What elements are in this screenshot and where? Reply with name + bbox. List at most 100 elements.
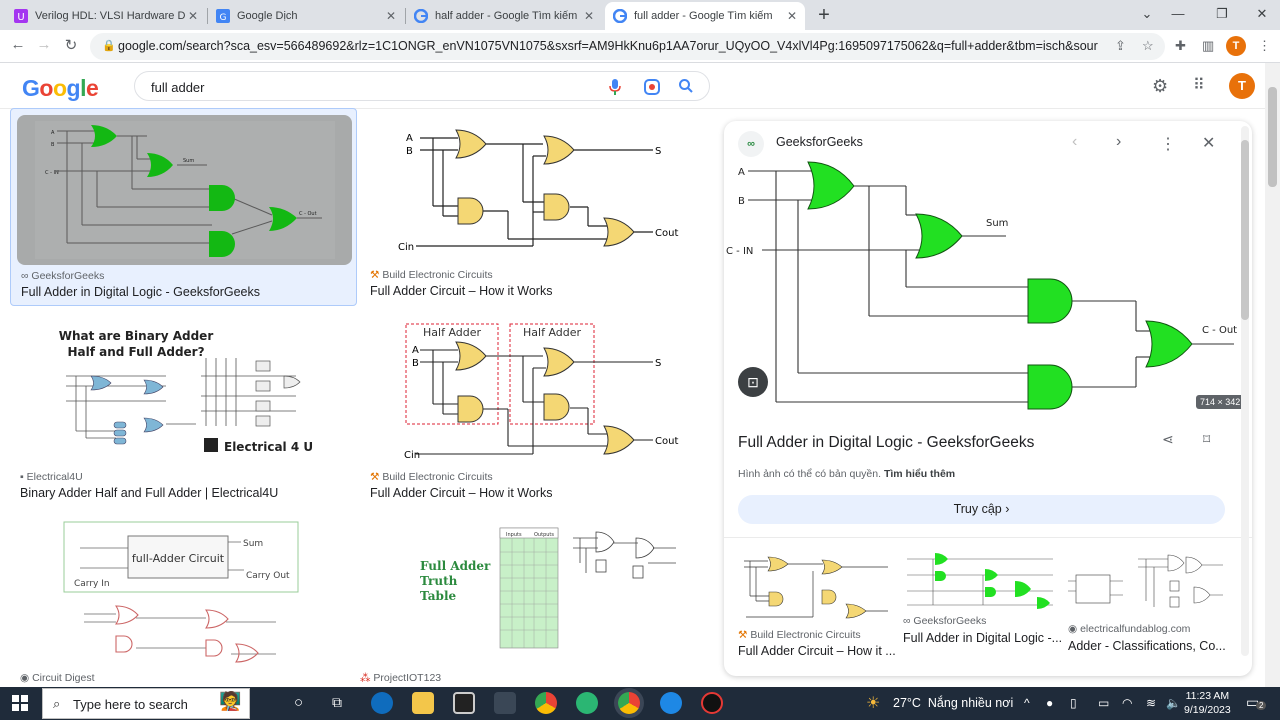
volume-icon[interactable]: 🔈 bbox=[1166, 696, 1181, 710]
mail-icon[interactable] bbox=[494, 692, 516, 714]
taskbar-search-box[interactable]: ⌕ Type here to search 🧑‍🏫 bbox=[42, 688, 250, 719]
task-view-icon[interactable]: ⧉ bbox=[332, 694, 342, 711]
previous-arrow-icon[interactable]: ‹ bbox=[1072, 133, 1077, 151]
search-box[interactable]: full adder bbox=[134, 71, 710, 101]
app-icon[interactable] bbox=[576, 692, 598, 714]
result-thumbnail[interactable]: A B C - IN Sum C - Out bbox=[17, 115, 352, 265]
tab-google-translate[interactable]: G Google Dịch ✕ bbox=[208, 2, 404, 30]
result-title[interactable]: Full Adder in Digital Logic - GeeksforGe… bbox=[21, 285, 260, 299]
menu-icon[interactable]: ⋮ bbox=[1258, 38, 1271, 54]
app-tray-icon[interactable]: ● bbox=[1046, 696, 1053, 710]
diagram-title-line-1: What are Binary Adder bbox=[59, 329, 214, 343]
visit-button[interactable]: Truy cập › bbox=[738, 495, 1225, 524]
chrome-icon[interactable] bbox=[535, 692, 557, 714]
extensions-icon[interactable]: ✚ bbox=[1175, 38, 1186, 54]
related-image-card[interactable]: ∞ GeeksforGeeks Full Adder in Digital Lo… bbox=[903, 551, 1063, 661]
result-card[interactable]: full-Adder Circuit Sum Carry Out Carry I… bbox=[10, 512, 350, 687]
search-inside-image-icon[interactable]: ⊡ bbox=[738, 367, 768, 397]
bookmark-star-icon[interactable]: ☆ bbox=[1142, 38, 1154, 54]
windows-start-icon[interactable] bbox=[12, 695, 28, 711]
truth-table-title-1: Full Adder bbox=[420, 559, 491, 573]
result-title[interactable]: Binary Adder Half and Full Adder | Elect… bbox=[20, 486, 278, 500]
usb-icon[interactable]: ▯ bbox=[1070, 696, 1077, 710]
sidebar-icon[interactable]: ▥ bbox=[1202, 38, 1214, 54]
carry-out-label: Carry Out bbox=[246, 571, 290, 581]
save-bookmark-icon[interactable]: ⌑ bbox=[1203, 431, 1210, 448]
file-explorer-icon[interactable] bbox=[412, 692, 434, 714]
related-title[interactable]: Adder - Classifications, Co... bbox=[1068, 639, 1228, 653]
share-icon[interactable]: ⇪ bbox=[1115, 38, 1126, 54]
input-b-label: B bbox=[51, 142, 55, 148]
result-card[interactable]: Full Adder Truth Table Inputs Outputs ⁂ … bbox=[352, 512, 712, 687]
preview-site-name[interactable]: GeeksforGeeks bbox=[776, 135, 863, 149]
preview-title[interactable]: Full Adder in Digital Logic - GeeksforGe… bbox=[738, 434, 1034, 452]
page-scrollbar[interactable] bbox=[1265, 63, 1280, 687]
share-icon[interactable]: ⋖ bbox=[1162, 431, 1174, 448]
result-thumbnail[interactable]: What are Binary Adder Half and Full Adde… bbox=[16, 316, 351, 466]
close-tab-icon[interactable]: ✕ bbox=[787, 9, 797, 23]
weather-text: Nắng nhiều nơi bbox=[927, 696, 1014, 710]
tab-full-adder[interactable]: full adder - Google Tìm kiếm ✕ bbox=[605, 2, 805, 30]
google-icon bbox=[613, 9, 627, 23]
google-lens-icon[interactable] bbox=[644, 79, 660, 95]
related-image-card[interactable]: ◉ electricalfundablog.com Adder - Classi… bbox=[1068, 551, 1228, 661]
settings-gear-icon[interactable]: ⚙ bbox=[1152, 76, 1168, 97]
profile-avatar[interactable]: T bbox=[1226, 36, 1246, 56]
network-icon[interactable]: ◠ bbox=[1122, 696, 1132, 710]
result-thumbnail[interactable]: A B Cin S Cout bbox=[368, 114, 708, 264]
next-arrow-icon[interactable]: › bbox=[1116, 133, 1121, 151]
new-tab-button[interactable]: + bbox=[814, 4, 834, 27]
tab-verilog[interactable]: U Verilog HDL: VLSI Hardware Des ✕ bbox=[6, 2, 206, 30]
result-thumbnail[interactable]: Full Adder Truth Table Inputs Outputs bbox=[358, 518, 708, 668]
close-window-button[interactable]: ✕ bbox=[1252, 6, 1272, 22]
result-card[interactable]: What are Binary Adder Half and Full Adde… bbox=[10, 310, 357, 506]
edge-icon[interactable] bbox=[371, 692, 393, 714]
related-title[interactable]: Full Adder in Digital Logic -... bbox=[903, 631, 1063, 645]
preview-image[interactable]: A B C - IN Sum C - Out bbox=[724, 157, 1252, 417]
address-bar[interactable]: 🔒 google.com/search?sca_esv=566489692&rl… bbox=[90, 33, 1165, 60]
result-card[interactable]: A B C - IN Sum C - Out ∞ GeeksforGeeks F… bbox=[10, 108, 357, 306]
result-title[interactable]: Full Adder Circuit – How it Works bbox=[370, 284, 552, 298]
result-thumbnail[interactable]: full-Adder Circuit Sum Carry Out Carry I… bbox=[16, 518, 346, 668]
close-preview-icon[interactable]: ✕ bbox=[1202, 133, 1215, 153]
battery-icon[interactable]: ▭ bbox=[1098, 696, 1109, 710]
panel-scrollbar[interactable] bbox=[1241, 126, 1249, 656]
apps-grid-icon[interactable]: ⠿ bbox=[1193, 75, 1205, 95]
url-text[interactable]: google.com/search?sca_esv=566489692&rlz=… bbox=[118, 39, 1098, 53]
account-avatar[interactable]: T bbox=[1229, 73, 1255, 99]
close-tab-icon[interactable]: ✕ bbox=[386, 9, 396, 23]
close-tab-icon[interactable]: ✕ bbox=[188, 9, 198, 23]
vscode-icon[interactable] bbox=[660, 692, 682, 714]
related-image-card[interactable]: ⚒ Build Electronic Circuits Full Adder C… bbox=[738, 551, 898, 661]
close-tab-icon[interactable]: ✕ bbox=[584, 9, 594, 23]
reload-icon[interactable]: ↻ bbox=[61, 36, 81, 54]
obs-icon[interactable] bbox=[701, 692, 723, 714]
forward-icon[interactable]: → bbox=[34, 36, 54, 53]
search-input[interactable]: full adder bbox=[151, 80, 204, 95]
related-title[interactable]: Full Adder Circuit – How it ... bbox=[738, 644, 898, 658]
microphone-icon[interactable] bbox=[609, 79, 621, 95]
cortana-icon[interactable]: ○ bbox=[294, 694, 303, 711]
learn-more-link[interactable]: Tìm hiểu thêm bbox=[884, 468, 955, 480]
weather-widget[interactable]: 27°C Nắng nhiều nơi bbox=[893, 696, 1013, 710]
carry-out-label: Cout bbox=[655, 436, 678, 447]
minimize-button[interactable]: — bbox=[1168, 6, 1188, 21]
result-thumbnail[interactable]: Half Adder Half Adder A B Cin S Cout bbox=[368, 316, 708, 466]
show-hidden-icons-icon[interactable]: ^ bbox=[1024, 696, 1030, 710]
result-card[interactable]: Half Adder Half Adder A B Cin S Cout ⚒ B… bbox=[362, 310, 712, 506]
tab-search-icon[interactable]: ⌄ bbox=[1137, 6, 1157, 22]
more-options-icon[interactable]: ⋮ bbox=[1160, 134, 1176, 154]
maximize-button[interactable]: ❐ bbox=[1212, 6, 1232, 22]
google-icon bbox=[414, 9, 428, 23]
search-icon[interactable] bbox=[679, 79, 693, 93]
result-title[interactable]: Full Adder Circuit – How it Works bbox=[370, 486, 552, 500]
wifi-icon[interactable]: ≋ bbox=[1146, 696, 1156, 710]
microsoft-store-icon[interactable] bbox=[453, 692, 475, 714]
back-icon[interactable]: ← bbox=[8, 36, 28, 53]
tab-half-adder[interactable]: half adder - Google Tìm kiếm ✕ bbox=[406, 2, 602, 30]
carry-in-label: Cin bbox=[398, 242, 414, 253]
chrome-active-icon[interactable] bbox=[618, 692, 640, 714]
clock[interactable]: 11:23 AM 9/19/2023 bbox=[1184, 689, 1231, 717]
result-card[interactable]: A B Cin S Cout ⚒ Build Electronic Circui… bbox=[362, 108, 712, 306]
google-logo[interactable]: Google bbox=[22, 75, 99, 102]
